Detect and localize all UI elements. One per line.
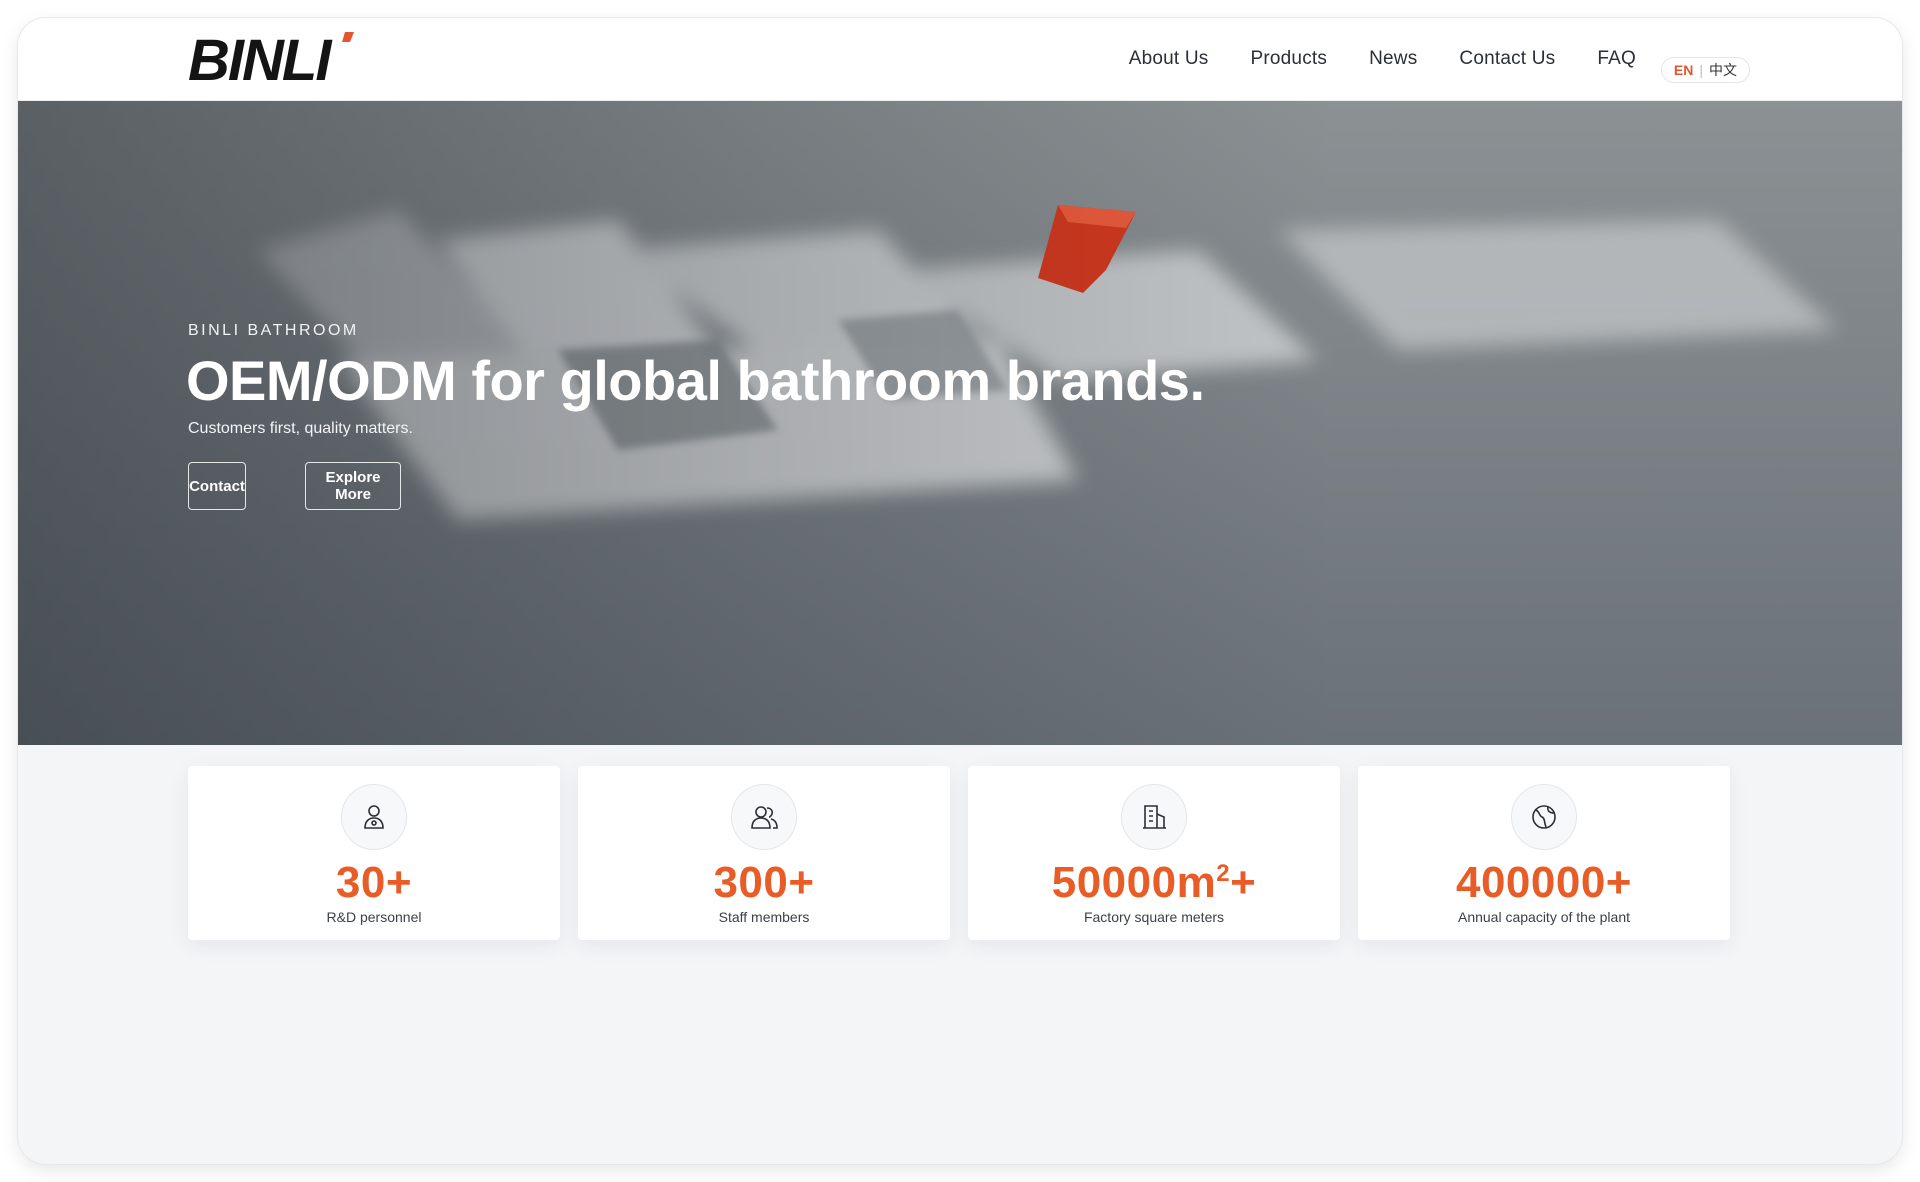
language-switcher: EN | 中文 — [1660, 57, 1750, 83]
hero-subtitle: Customers first, quality matters. — [188, 420, 413, 437]
stat-value: 50000m2+ — [1051, 858, 1257, 907]
stat-label: R&D personnel — [326, 909, 422, 925]
hero-banner: BINLI BATHROOM OEM/ODM for global bathro… — [18, 100, 1902, 745]
nav-products[interactable]: Products — [1251, 48, 1328, 70]
nav-news[interactable]: News — [1369, 48, 1417, 70]
stat-value: 300+ — [713, 858, 815, 907]
stat-card-rd: 30+ R&D personnel — [188, 766, 560, 940]
hero-eyebrow: BINLI BATHROOM — [188, 322, 359, 339]
browser-frame: BINLI About Us Products News Contact Us … — [18, 18, 1902, 1164]
nav-contact-us[interactable]: Contact Us — [1459, 48, 1555, 70]
stats-row: 30+ R&D personnel 300+ Staff members 500… — [188, 766, 1732, 940]
main-nav: About Us Products News Contact Us FAQ — [1087, 18, 1636, 100]
site-header: BINLI About Us Products News Contact Us … — [18, 18, 1902, 101]
stat-label: Factory square meters — [1083, 909, 1225, 925]
hero-title: OEM/ODM for global bathroom brands. — [186, 349, 1205, 412]
stat-card-staff: 300+ Staff members — [578, 766, 950, 940]
nav-about-us[interactable]: About Us — [1129, 48, 1209, 70]
lang-en[interactable]: EN — [1674, 62, 1693, 78]
svg-text:BINLI: BINLI — [188, 28, 333, 86]
contact-button[interactable]: Contact — [188, 462, 246, 510]
stat-value-superscript: 2 — [1216, 860, 1231, 887]
nav-faq[interactable]: FAQ — [1597, 48, 1636, 70]
lang-separator: | — [1699, 62, 1703, 78]
stat-value: 30+ — [335, 858, 413, 907]
engineer-icon — [341, 784, 407, 850]
staff-group-icon — [731, 784, 797, 850]
globe-icon — [1511, 784, 1577, 850]
binli-logo[interactable]: BINLI — [188, 28, 358, 86]
stat-value: 400000+ — [1455, 858, 1633, 907]
explore-more-button[interactable]: Explore More — [305, 462, 401, 510]
stat-card-factory: 50000m2+ Factory square meters — [968, 766, 1340, 940]
stat-card-capacity: 400000+ Annual capacity of the plant — [1358, 766, 1730, 940]
stat-label: Staff members — [718, 909, 810, 925]
building-icon — [1121, 784, 1187, 850]
lang-zh[interactable]: 中文 — [1709, 60, 1737, 80]
stat-label: Annual capacity of the plant — [1457, 909, 1630, 925]
